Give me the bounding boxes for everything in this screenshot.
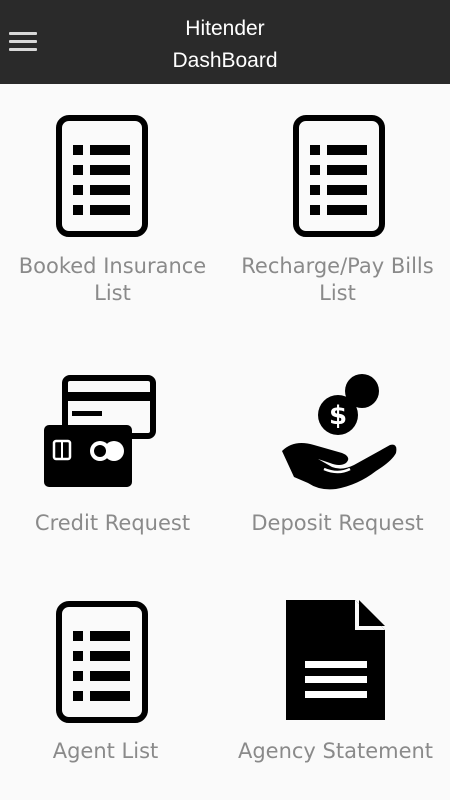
tile-booked-insurance-list[interactable]: Booked Insurance List [0, 110, 225, 320]
page-title: Hitender DashBoard [60, 13, 390, 77]
hand-money-icon: $ [280, 373, 400, 493]
title-line-2: DashBoard [172, 49, 278, 72]
tile-label: Booked Insurance List [18, 254, 207, 305]
tile-agent-list[interactable]: Agent List [0, 596, 225, 776]
list-document-icon [56, 115, 148, 237]
title-line-1: Hitender [185, 17, 265, 40]
file-document-icon [285, 599, 387, 721]
list-document-icon [56, 601, 148, 723]
svg-text:$: $ [329, 401, 347, 431]
tile-agency-statement[interactable]: Agency Statement [225, 596, 450, 776]
tile-label: Agency Statement [237, 739, 434, 763]
app-bar: Hitender DashBoard [0, 0, 450, 84]
tile-label: Credit Request [34, 511, 191, 535]
list-document-icon [293, 115, 385, 237]
tile-label: Agent List [52, 739, 159, 763]
tile-credit-request[interactable]: Credit Request [0, 370, 225, 540]
tile-deposit-request[interactable]: $ Deposit Request [225, 370, 450, 540]
tile-label: Deposit Request [251, 511, 424, 535]
tile-label: Recharge/Pay Bills List [241, 254, 434, 305]
hamburger-menu-icon[interactable] [9, 30, 37, 52]
credit-cards-icon [42, 375, 157, 490]
tile-recharge-pay-bills-list[interactable]: Recharge/Pay Bills List [225, 110, 450, 320]
